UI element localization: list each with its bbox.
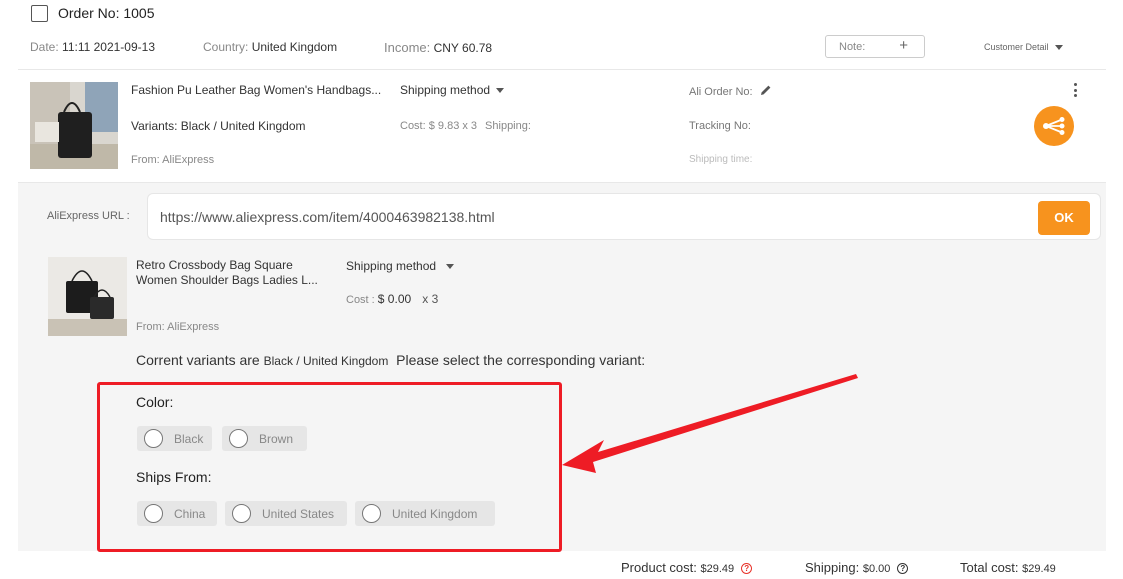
total-cost-value: $29.49 [1022,563,1056,575]
current-variant-prefix: Corrent variants are [136,352,260,368]
chevron-down-icon [496,88,505,94]
order-income: Income: CNY 60.78 [384,40,492,55]
supplier-product-title[interactable]: Retro Crossbody Bag Square Women Shoulde… [136,258,321,288]
chevron-down-icon [446,264,455,270]
shipping-time-label: Shipping time: [689,154,753,165]
supplier-cost: Cost : $ 0.00 x 3 [346,292,438,306]
supplier-product-thumbnail [48,257,127,336]
product-source: From: AliExpress [131,154,215,166]
date-label: Date: [30,40,59,54]
tracking-number-label: Tracking No: [689,120,751,132]
shipping-method-dropdown[interactable]: Shipping method [400,83,505,97]
shipping-total-label: Shipping: [805,560,860,575]
ali-order-label: Ali Order No: [689,86,753,98]
country-label: Country: [203,40,249,54]
more-options-icon[interactable] [1072,83,1078,99]
aliexpress-url-label: AliExpress URL : [47,210,130,222]
order-number: Order No: 1005 [58,5,155,21]
shipping-total-value: $0.00 [862,563,891,575]
customer-detail-toggle[interactable]: Customer Detail [984,42,1063,52]
product-title[interactable]: Fashion Pu Leather Bag Women's Handbags.… [131,83,381,97]
shipping-text: Shipping: [485,120,531,132]
current-variant-suffix: Please select the corresponding variant: [396,352,646,368]
product-cost-total: Product cost: $29.49? [621,560,753,575]
edit-pencil-icon[interactable] [760,84,772,96]
shipping-method-label: Shipping method [400,83,491,97]
date-value: 11:11 2021-09-13 [62,40,155,54]
order-date: Date: 11:11 2021-09-13 [30,40,155,54]
annotation-highlight-box [97,382,562,552]
product-row: Fashion Pu Leather Bag Women's Handbags.… [18,70,1106,183]
supplier-quantity: x 3 [422,292,439,306]
help-icon[interactable]: ? [741,563,753,575]
customer-detail-label: Customer Detail [984,42,1049,52]
order-header: Order No: 1005 Date: 11:11 2021-09-13 Co… [18,0,1106,70]
total-cost-label: Total cost: [960,560,1019,575]
order-country: Country: United Kingdom [203,40,337,54]
note-button[interactable]: Note: + [825,35,925,58]
order-totals: Product cost: $29.49? Shipping: $0.00? T… [18,551,1106,579]
ok-button[interactable]: OK [1038,201,1090,235]
product-cost-label: Product cost: [621,560,697,575]
current-variant-value: Black / United Kingdom [263,354,389,368]
share-button[interactable] [1034,106,1074,146]
total-cost: Total cost: $29.49 [960,560,1056,575]
product-thumbnail [30,82,118,169]
product-cost-value: $29.49 [700,563,735,575]
share-icon [1043,117,1065,135]
help-icon[interactable]: ? [897,563,909,575]
shipping-total: Shipping: $0.00? [805,560,909,575]
current-variant-text: Corrent variants are Black / United King… [136,352,645,368]
supplier-cost-label: Cost : [346,294,375,306]
cost-text: Cost: $ 9.83 x 3 [400,120,478,132]
supplier-cost-value: $ 0.00 [377,292,412,306]
supplier-shipping-method-dropdown[interactable]: Shipping method [346,259,455,273]
country-value: United Kingdom [251,40,338,54]
add-note-icon: + [899,37,908,54]
chevron-down-icon [1054,45,1063,51]
ali-order-field: Ali Order No: [689,84,772,98]
order-checkbox[interactable] [31,5,48,22]
aliexpress-url-input[interactable]: https://www.aliexpress.com/item/40004639… [147,193,1101,240]
note-label: Note: [839,41,866,53]
product-cost: Cost: $ 9.83 x 3 Shipping: [400,120,531,132]
aliexpress-url-value: https://www.aliexpress.com/item/40004639… [160,209,495,225]
supplier-shipping-method-label: Shipping method [346,259,437,273]
product-variants: Variants: Black / United Kingdom [131,119,306,133]
income-label: Income: [384,40,431,55]
supplier-product-source: From: AliExpress [136,321,220,333]
income-value: CNY 60.78 [433,41,493,55]
